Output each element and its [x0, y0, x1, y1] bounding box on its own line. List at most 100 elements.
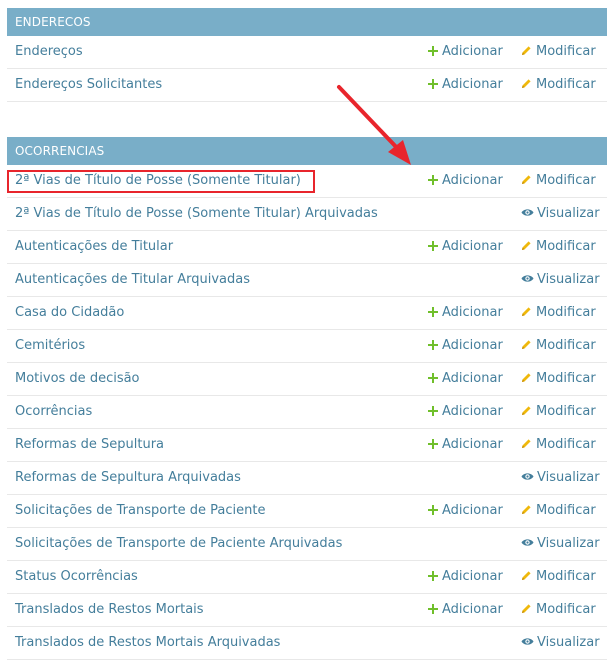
- action-label: Visualizar: [537, 272, 600, 287]
- add-link[interactable]: Adicionar: [428, 396, 503, 428]
- add-label: Adicionar: [442, 239, 503, 254]
- model-row-autenticacoes-de-titular-arquivadas: Autenticações de Titular Arquivadas Visua…: [7, 264, 607, 297]
- action-label: Visualizar: [537, 635, 600, 650]
- model-link[interactable]: Autenticações de Titular: [15, 231, 173, 263]
- model-link[interactable]: 2ª Vias de Título de Posse (Somente Titu…: [15, 198, 378, 230]
- model-row-status-ocorrencias: Status Ocorrências Adicionar Modificar: [7, 561, 607, 594]
- action-label: Modificar: [536, 305, 596, 320]
- change-link[interactable]: Modificar: [521, 396, 596, 428]
- annotation-highlight-box: [7, 170, 315, 193]
- add-link[interactable]: Adicionar: [428, 36, 503, 68]
- change-link[interactable]: Modificar: [521, 297, 596, 329]
- add-label: Adicionar: [442, 338, 503, 353]
- pencil-icon: [522, 373, 531, 382]
- view-link[interactable]: Visualizar: [521, 528, 600, 560]
- view-link[interactable]: Visualizar: [521, 198, 600, 230]
- eye-icon: [521, 473, 534, 480]
- model-link[interactable]: Solicitações de Transporte de Paciente A…: [15, 528, 342, 560]
- model-row-solicitacoes-de-transporte-de-paciente-arquivadas: Solicitações de Transporte de Paciente A…: [7, 528, 607, 561]
- action-label: Modificar: [536, 371, 596, 386]
- change-link[interactable]: Modificar: [521, 495, 596, 527]
- add-link[interactable]: Adicionar: [428, 69, 503, 101]
- change-link[interactable]: Modificar: [521, 594, 596, 626]
- pencil-icon: [522, 571, 531, 580]
- action-label: Modificar: [536, 173, 596, 188]
- pencil-icon: [522, 79, 531, 88]
- add-link[interactable]: Adicionar: [428, 363, 503, 395]
- eye-icon: [521, 539, 534, 546]
- add-link[interactable]: Adicionar: [428, 429, 503, 461]
- action-label: Visualizar: [537, 536, 600, 551]
- change-link[interactable]: Modificar: [521, 561, 596, 593]
- action-label: Modificar: [536, 602, 596, 617]
- change-link[interactable]: Modificar: [521, 69, 596, 101]
- change-link[interactable]: Modificar: [521, 36, 596, 68]
- pencil-icon: [522, 307, 531, 316]
- module-caption[interactable]: ENDERECOS: [7, 8, 607, 36]
- pencil-icon: [522, 439, 531, 448]
- action-label: Modificar: [536, 77, 596, 92]
- pencil-icon: [522, 406, 531, 415]
- model-link[interactable]: Casa do Cidadão: [15, 297, 124, 329]
- eye-icon: [521, 638, 534, 645]
- plus-icon: [428, 79, 438, 89]
- view-link[interactable]: Visualizar: [521, 627, 600, 659]
- model-link[interactable]: Cemitérios: [15, 330, 85, 362]
- add-link[interactable]: Adicionar: [428, 165, 503, 197]
- plus-icon: [428, 340, 438, 350]
- pencil-icon: [522, 175, 531, 184]
- change-link[interactable]: Modificar: [521, 165, 596, 197]
- model-row-ocorrencias: Ocorrências Adicionar Modificar: [7, 396, 607, 429]
- view-link[interactable]: Visualizar: [521, 264, 600, 296]
- model-link[interactable]: Translados de Restos Mortais Arquivadas: [15, 627, 280, 659]
- add-label: Adicionar: [442, 602, 503, 617]
- add-link[interactable]: Adicionar: [428, 594, 503, 626]
- action-label: Modificar: [536, 569, 596, 584]
- model-link[interactable]: Endereços: [15, 36, 83, 68]
- module-enderecos: ENDERECOS Endereços Adicionar Modificar End…: [7, 8, 607, 102]
- add-link[interactable]: Adicionar: [428, 495, 503, 527]
- change-link[interactable]: Modificar: [521, 429, 596, 461]
- plus-icon: [428, 307, 438, 317]
- add-label: Adicionar: [442, 371, 503, 386]
- action-label: Modificar: [536, 44, 596, 59]
- add-link[interactable]: Adicionar: [428, 297, 503, 329]
- model-link[interactable]: Translados de Restos Mortais: [15, 594, 204, 626]
- model-link[interactable]: Reformas de Sepultura Arquivadas: [15, 462, 241, 494]
- view-link[interactable]: Visualizar: [521, 462, 600, 494]
- plus-icon: [428, 241, 438, 251]
- model-link[interactable]: Reformas de Sepultura: [15, 429, 164, 461]
- model-row-reformas-de-sepultura-arquivadas: Reformas de Sepultura Arquivadas Visualiz…: [7, 462, 607, 495]
- change-link[interactable]: Modificar: [521, 231, 596, 263]
- model-link[interactable]: Autenticações de Titular Arquivadas: [15, 264, 250, 296]
- plus-icon: [428, 571, 438, 581]
- pencil-icon: [522, 604, 531, 613]
- plus-icon: [428, 406, 438, 416]
- add-link[interactable]: Adicionar: [428, 330, 503, 362]
- model-row-translados-de-restos-mortais-arquivadas: Translados de Restos Mortais Arquivadas V…: [7, 627, 607, 660]
- model-link[interactable]: Endereços Solicitantes: [15, 69, 162, 101]
- add-label: Adicionar: [442, 437, 503, 452]
- change-link[interactable]: Modificar: [521, 363, 596, 395]
- module-caption[interactable]: OCORRENCIAS: [7, 137, 607, 165]
- model-link[interactable]: Motivos de decisão: [15, 363, 140, 395]
- model-link[interactable]: Solicitações de Transporte de Paciente: [15, 495, 265, 527]
- model-row-casa-do-cidadao: Casa do Cidadão Adicionar Modificar: [7, 297, 607, 330]
- add-link[interactable]: Adicionar: [428, 561, 503, 593]
- action-label: Visualizar: [537, 470, 600, 485]
- add-link[interactable]: Adicionar: [428, 231, 503, 263]
- module-ocorrencias: OCORRENCIAS 2ª Vias de Título de Posse (…: [7, 137, 607, 660]
- add-label: Adicionar: [442, 305, 503, 320]
- eye-icon: [521, 275, 534, 282]
- plus-icon: [428, 46, 438, 56]
- model-row-enderecos-solicitantes: Endereços Solicitantes Adicionar Modificar: [7, 69, 607, 102]
- model-row-reformas-de-sepultura: Reformas de Sepultura Adicionar Modificar: [7, 429, 607, 462]
- action-label: Modificar: [536, 437, 596, 452]
- pencil-icon: [522, 340, 531, 349]
- model-row-cemiterios: Cemitérios Adicionar Modificar: [7, 330, 607, 363]
- plus-icon: [428, 505, 438, 515]
- pencil-icon: [522, 505, 531, 514]
- model-link[interactable]: Status Ocorrências: [15, 561, 138, 593]
- model-link[interactable]: Ocorrências: [15, 396, 92, 428]
- change-link[interactable]: Modificar: [521, 330, 596, 362]
